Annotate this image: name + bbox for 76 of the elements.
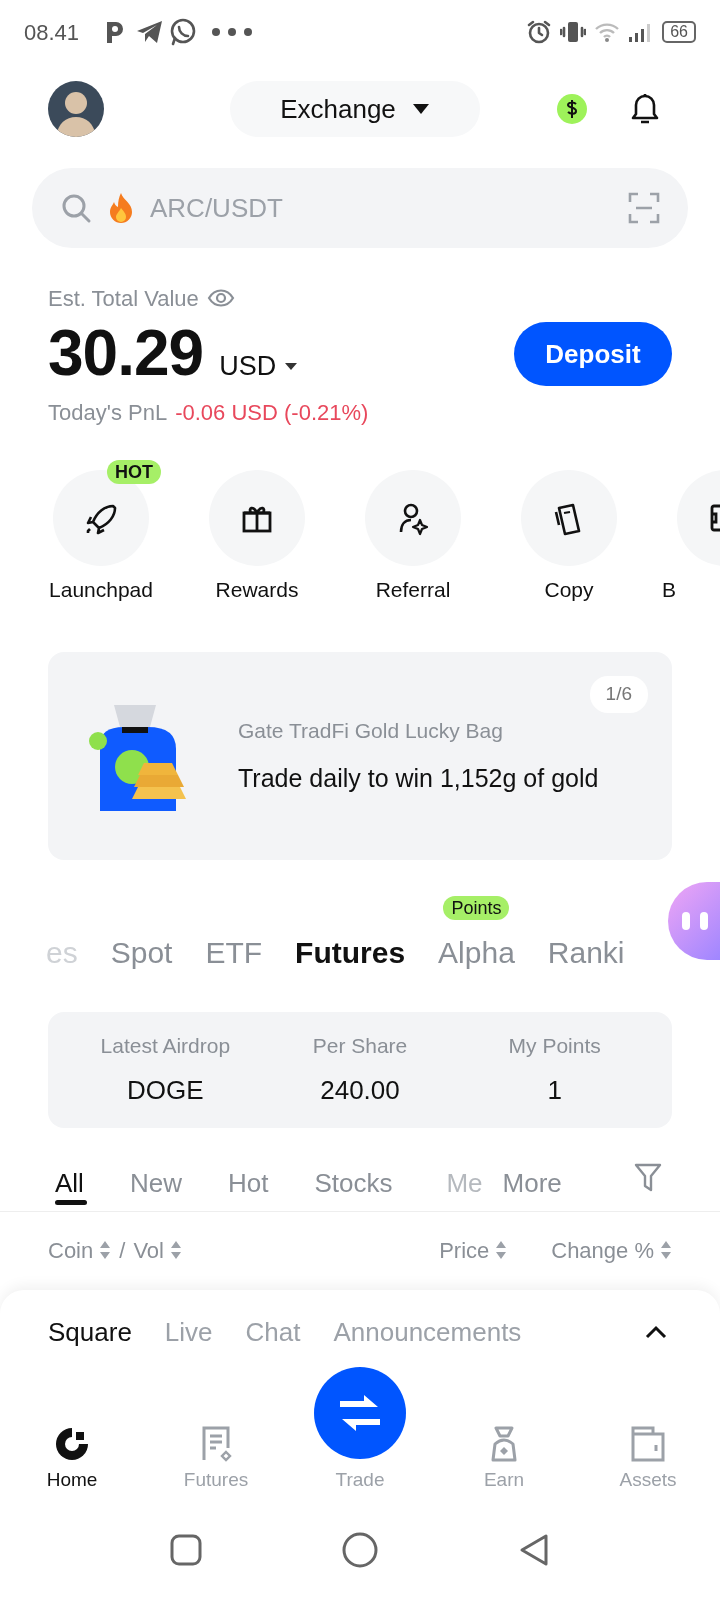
promo-banner[interactable]: Gate TradFi Gold Lucky Bag Trade daily to win 1,152g of gold 1/6 (48, 652, 672, 860)
nav-item[interactable]: Assets (576, 1374, 720, 1500)
feed-tab[interactable]: Square (48, 1312, 132, 1352)
home-button-icon[interactable] (342, 1532, 378, 1568)
shortcut-label[interactable]: B (647, 576, 676, 604)
stat-label: My Points (508, 1032, 601, 1059)
caret-down-icon (284, 362, 299, 371)
recent-apps-icon[interactable] (170, 1534, 202, 1566)
market-tab[interactable]: Alpha (438, 929, 515, 975)
vibrate-icon (560, 19, 587, 45)
search-icon (60, 192, 92, 224)
nav-item[interactable]: Earn (432, 1374, 576, 1500)
caret-down-icon (411, 103, 430, 115)
stat-value: DOGE (127, 1074, 204, 1108)
battery-indicator: 66 (662, 21, 696, 43)
hot-badge: HOT (107, 460, 161, 484)
feed-tab[interactable]: Announcements (333, 1312, 522, 1352)
market-tab[interactable]: Ranki (547, 929, 625, 975)
points-badge: Points (443, 895, 510, 920)
market-tab[interactable]: Spot (110, 929, 173, 975)
chevron-up-icon[interactable] (644, 1324, 668, 1340)
column-header[interactable]: Price (439, 1233, 490, 1267)
alarm-icon (526, 19, 553, 45)
shortcut-label[interactable]: Copy (544, 576, 594, 604)
filter-tab[interactable]: New (129, 1144, 182, 1211)
back-icon[interactable] (518, 1533, 550, 1567)
stat-label: Per Share (312, 1032, 408, 1059)
filter-tab[interactable]: Me (446, 1144, 483, 1211)
eye-icon[interactable] (206, 288, 235, 308)
banner-text: Trade daily to win 1,152g of gold (238, 763, 599, 794)
stat-value: 1 (547, 1074, 562, 1108)
sort-icon[interactable] (169, 1240, 182, 1260)
column-header[interactable]: Change % (551, 1233, 654, 1267)
balance-label: Est. Total Value (48, 284, 199, 313)
nav-item[interactable]: Futures (144, 1374, 288, 1500)
stat-value: 240.00 (320, 1074, 400, 1108)
shortcut-label[interactable]: Rewards (215, 576, 299, 604)
pnl-label: Today's PnL (48, 399, 168, 427)
mascot-icon (680, 910, 710, 932)
page-indicator: 1/6 (589, 676, 648, 713)
nav-item[interactable]: Home (0, 1374, 144, 1500)
feed-tab[interactable]: Chat (245, 1312, 301, 1352)
filter-tab[interactable]: All (55, 1144, 84, 1211)
more-icon (211, 27, 254, 37)
exchange-switcher[interactable]: Exchange (230, 81, 480, 137)
sort-icon[interactable] (495, 1240, 508, 1260)
search-bar[interactable]: ARC/USDT (32, 168, 688, 248)
sort-icon[interactable] (660, 1240, 672, 1260)
deposit-button[interactable]: Deposit (514, 322, 672, 386)
assistant-button[interactable] (668, 882, 720, 960)
market-tab[interactable]: Futures (295, 929, 406, 975)
chat-bubble-icon (169, 18, 198, 46)
clock-time: 08.41 (24, 18, 80, 47)
filter-tab[interactable]: Hot (227, 1144, 269, 1211)
search-field[interactable]: ARC/USDT (148, 187, 508, 229)
wifi-icon (594, 21, 621, 43)
banner-title: Gate TradFi Gold Lucky Bag (238, 717, 504, 744)
avatar[interactable] (48, 81, 104, 137)
currency-selector[interactable]: USD (219, 346, 299, 387)
balance-value: 30.29 (48, 321, 204, 386)
column-header[interactable]: Coin (48, 1233, 94, 1267)
filter-tab[interactable]: Stocks (314, 1144, 393, 1211)
market-tab[interactable]: ETF (205, 929, 263, 975)
column-header[interactable]: Vol (133, 1233, 164, 1267)
stat-label: Latest Airdrop (100, 1032, 231, 1059)
nav-label[interactable]: Trade (335, 1466, 385, 1494)
shortcut-label[interactable]: Referral (375, 576, 451, 604)
coin-icon[interactable] (556, 93, 588, 125)
feed-tab[interactable]: Live (164, 1312, 213, 1352)
flame-icon (108, 192, 134, 224)
filter-tab[interactable]: More (502, 1144, 562, 1211)
shortcut-label[interactable]: Launchpad (49, 576, 153, 604)
filter-icon[interactable] (634, 1162, 662, 1192)
sort-icon[interactable] (99, 1240, 112, 1260)
pnl-value: -0.06 USD (-0.21%) (175, 399, 369, 427)
separator-text: / (119, 1236, 126, 1265)
